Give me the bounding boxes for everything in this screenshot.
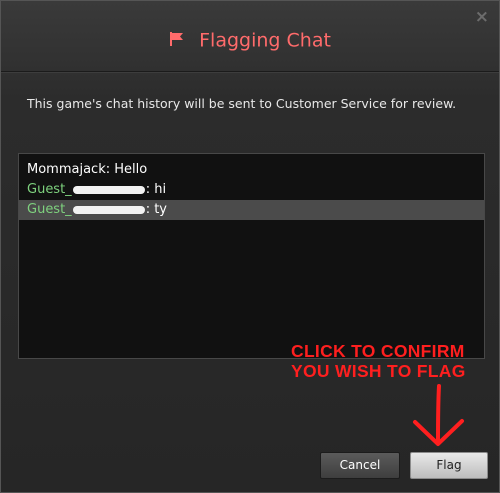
dialog-title-text: Flagging Chat: [199, 29, 331, 52]
cancel-button[interactable]: Cancel: [320, 452, 400, 479]
chat-username: Guest_: [27, 202, 72, 217]
chat-line[interactable]: Mommajack: Hello: [19, 160, 484, 180]
title-divider: [1, 71, 499, 73]
annotation-line-2: YOU WISH TO FLAG: [291, 361, 466, 381]
flag-button[interactable]: Flag: [410, 452, 488, 479]
chat-username: Guest_: [27, 182, 72, 197]
redaction-mark: [72, 185, 145, 194]
dialog-description: This game's chat history will be sent to…: [27, 96, 457, 111]
chat-history-list[interactable]: Mommajack: Hello Guest_ : hi Guest_ : ty: [18, 153, 485, 359]
chat-message: : Hello: [105, 162, 148, 177]
arrow-down-icon: [413, 384, 464, 446]
flag-chat-dialog: × Flagging Chat This game's chat history…: [0, 0, 500, 493]
chat-message: : ty: [145, 202, 167, 217]
chat-username: Mommajack: [27, 162, 106, 177]
chat-message: : hi: [145, 182, 167, 197]
flag-icon: [169, 30, 185, 52]
chat-line-selected[interactable]: Guest_ : ty: [19, 200, 484, 220]
close-icon[interactable]: ×: [475, 7, 489, 27]
chat-line[interactable]: Guest_ : hi: [19, 180, 484, 200]
dialog-title: Flagging Chat: [1, 29, 499, 52]
confirm-annotation: CLICK TO CONFIRM YOU WISH TO FLAG: [291, 341, 466, 381]
annotation-line-1: CLICK TO CONFIRM: [291, 341, 465, 361]
redaction-mark: [72, 205, 145, 214]
